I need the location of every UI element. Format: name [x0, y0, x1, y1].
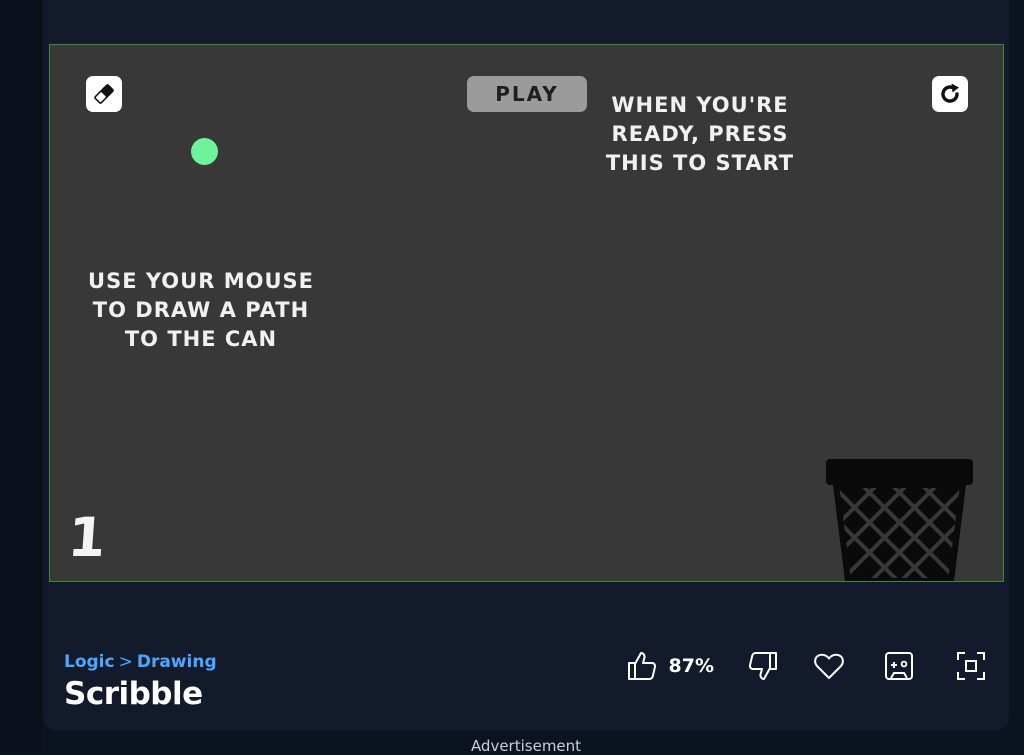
page-edge [0, 0, 42, 751]
thumbs-down-icon [748, 652, 777, 680]
game-title: Scribble [64, 676, 203, 712]
game-actions: 87% [625, 646, 988, 686]
draw-hint: USE YOUR MOUSE TO DRAW A PATH TO THE CAN [78, 267, 324, 354]
dislike-button[interactable] [746, 649, 780, 683]
draw-hint-line: TO DRAW A PATH [92, 298, 310, 322]
game-canvas[interactable]: PLAY WHEN YOU'RE READY, PRESS THIS TO ST… [49, 44, 1004, 582]
breadcrumb-separator: > [118, 652, 133, 672]
thumbs-up-icon [627, 652, 656, 680]
fullscreen-icon [957, 652, 985, 680]
start-hint-line: READY, PRESS [611, 122, 789, 146]
breadcrumb-subcategory-link[interactable]: Drawing [137, 652, 217, 672]
play-button[interactable]: PLAY [467, 76, 587, 112]
start-hint-line: WHEN YOU'RE [611, 93, 789, 117]
eraser-button[interactable] [86, 76, 122, 112]
gamepad-icon [885, 652, 913, 680]
draw-hint-line: TO THE CAN [124, 327, 278, 351]
rating-percent: 87% [668, 655, 714, 677]
trash-can [826, 459, 973, 581]
start-hint: WHEN YOU'RE READY, PRESS THIS TO START [590, 91, 810, 178]
heart-icon [814, 653, 844, 679]
breadcrumb: Logic > Drawing [64, 652, 217, 672]
advertisement-label: Advertisement [470, 737, 582, 755]
eraser-icon [94, 84, 114, 104]
like-button[interactable]: 87% [625, 649, 746, 683]
fullscreen-button[interactable] [954, 649, 988, 683]
ball [191, 138, 218, 165]
restart-icon [941, 83, 959, 103]
restart-button[interactable] [932, 76, 968, 112]
favorite-button[interactable] [812, 649, 846, 683]
breadcrumb-category-link[interactable]: Logic [64, 652, 115, 672]
level-number: 1 [65, 506, 108, 569]
controls-button[interactable] [882, 649, 916, 683]
draw-hint-line: USE YOUR MOUSE [88, 269, 314, 293]
start-hint-line: THIS TO START [605, 151, 795, 175]
game-info-bar: Logic > Drawing Scribble 87% [64, 650, 988, 720]
